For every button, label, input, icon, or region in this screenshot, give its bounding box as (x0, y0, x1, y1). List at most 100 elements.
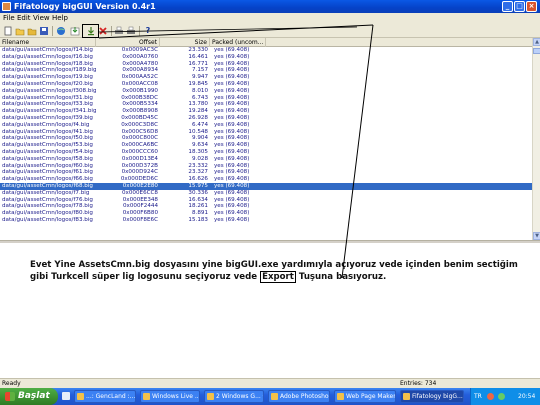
table-row[interactable]: data/gui/assetCmn/logos/f16.big 0x000A076… (0, 54, 532, 61)
task-app-icon (337, 393, 344, 400)
cell-packed: yes (69.408) (214, 114, 250, 121)
menu-edit[interactable]: Edit (17, 14, 31, 23)
table-row[interactable]: data/gui/assetCmn/logos/f31.big 0x000B38D… (0, 95, 532, 102)
table-row[interactable]: data/gui/assetCmn/logos/f78.big 0x000F244… (0, 203, 532, 210)
menu-help[interactable]: Help (52, 14, 68, 23)
quick-launch-icon[interactable] (62, 392, 70, 400)
table-row[interactable]: data/gui/assetCmn/logos/f60.big 0x000D372… (0, 163, 532, 170)
table-row[interactable]: data/gui/assetCmn/logos/f41.big 0x000C56D… (0, 129, 532, 136)
table-row[interactable]: data/gui/assetCmn/logos/f20.big 0x000ACC0… (0, 81, 532, 88)
window-title: Fifatology bigGUI Version 0.4r1 (14, 2, 156, 11)
taskbar-button[interactable]: Web Page Maker (334, 390, 396, 403)
taskbar-button[interactable]: Windows Live ... (140, 390, 200, 403)
table-row[interactable]: data/gui/assetCmn/logos/f7.big 0x000E6CC8… (0, 190, 532, 197)
scroll-up-icon[interactable]: ▲ (533, 38, 540, 46)
maximize-button[interactable]: □ (514, 1, 525, 12)
cell-size: 9.028 (191, 155, 208, 162)
taskbar-button-label: ...: GencLand :... (86, 393, 136, 400)
taskbar-button[interactable]: ...: GencLand :... (74, 390, 136, 403)
cell-filename: data/gui/assetCmn/logos/f7.big (2, 189, 90, 196)
language-indicator[interactable]: TR (474, 392, 482, 401)
cell-packed: yes (69.408) (214, 196, 250, 203)
menu-view[interactable]: View (33, 14, 50, 23)
tray-icon[interactable] (487, 393, 494, 400)
vertical-scrollbar[interactable]: ▲ ▼ (532, 38, 540, 240)
cell-size: 16.771 (188, 60, 208, 67)
table-row[interactable]: data/gui/assetCmn/logos/f39.big 0x000BD45… (0, 115, 532, 122)
cell-size: 30.336 (188, 189, 208, 196)
globe-icon[interactable] (56, 26, 66, 36)
print-preview-icon[interactable] (126, 26, 136, 36)
column-packed[interactable]: Packed (uncom... (210, 38, 266, 47)
table-row[interactable]: data/gui/assetCmn/logos/f54.big 0x000CCC6… (0, 149, 532, 156)
cell-packed: yes (69.408) (214, 189, 250, 196)
table-row[interactable]: data/gui/assetCmn/logos/f83.big 0x000F8E6… (0, 217, 532, 224)
cell-filename: data/gui/assetCmn/logos/f83.big (2, 216, 93, 223)
task-app-icon (77, 393, 84, 400)
close-button[interactable]: × (526, 1, 537, 12)
menu-bar: File Edit View Help (0, 13, 540, 24)
cell-packed: yes (69.408) (214, 142, 250, 149)
help-icon[interactable]: ? (143, 26, 153, 36)
save-disk-icon[interactable] (39, 26, 49, 36)
tray-network-icon[interactable] (498, 393, 505, 400)
cell-size: 16.626 (188, 176, 208, 183)
column-size[interactable]: Size (160, 38, 210, 47)
table-row[interactable]: data/gui/assetCmn/logos/f189.big 0x000A89… (0, 67, 532, 74)
taskbar-button-label: Fifatology bigG... (412, 393, 463, 400)
cell-size: 19.284 (188, 108, 208, 115)
table-row[interactable]: data/gui/assetCmn/logos/f308.big 0x000B19… (0, 88, 532, 95)
caption-text-after: Tuşuna basıyoruz. (295, 272, 387, 282)
table-row[interactable]: data/gui/assetCmn/logos/f61.big 0x000D924… (0, 169, 532, 176)
print-icon[interactable] (114, 26, 124, 36)
table-row[interactable]: data/gui/assetCmn/logos/f33.big 0x000B533… (0, 101, 532, 108)
cell-offset: 0x000A8934 (122, 67, 158, 74)
cell-packed: yes (69.408) (214, 53, 250, 60)
cell-packed: yes (69.408) (214, 74, 250, 81)
minimize-button[interactable]: _ (502, 1, 513, 12)
scroll-down-icon[interactable]: ▼ (533, 232, 540, 240)
cell-packed: yes (69.408) (214, 182, 250, 189)
table-row[interactable]: data/gui/assetCmn/logos/f80.big 0x000F6B8… (0, 210, 532, 217)
taskbar-button[interactable]: 2 Windows G... ▾ (204, 390, 264, 403)
cell-offset: 0x000ACC08 (121, 80, 158, 87)
cell-filename: data/gui/assetCmn/logos/f39.big (2, 114, 93, 121)
cell-filename: data/gui/assetCmn/logos/f68.big (2, 182, 93, 189)
cell-filename: data/gui/assetCmn/logos/f19.big (2, 74, 93, 81)
table-row[interactable]: data/gui/assetCmn/logos/f19.big 0x000AA52… (0, 74, 532, 81)
cell-filename: data/gui/assetCmn/logos/f41.big (2, 128, 93, 135)
table-row[interactable]: data/gui/assetCmn/logos/f58.big 0x000D13E… (0, 156, 532, 163)
file-list[interactable]: Filename Offset Size Packed (uncom... da… (0, 38, 540, 240)
table-row[interactable]: data/gui/assetCmn/logos/f53.big 0x000CA6B… (0, 142, 532, 149)
import-icon[interactable] (70, 26, 80, 36)
column-filename[interactable]: Filename (0, 38, 96, 47)
table-row[interactable]: data/gui/assetCmn/logos/f4.big 0x000C3D8C… (0, 122, 532, 129)
open-folder-alt-icon[interactable] (27, 26, 37, 36)
taskbar-button[interactable]: Fifatology bigG... (400, 390, 464, 403)
delete-icon[interactable] (98, 26, 108, 36)
cell-offset: 0x0009AC3C (121, 47, 158, 53)
open-folder-icon[interactable] (15, 26, 25, 36)
cell-packed: yes (69.408) (214, 87, 250, 94)
table-row[interactable]: data/gui/assetCmn/logos/f76.big 0x000EE34… (0, 197, 532, 204)
taskbar-button-label: Adobe Photoshop (280, 393, 330, 400)
table-row[interactable]: data/gui/assetCmn/logos/f14.big 0x0009AC3… (0, 47, 532, 54)
cell-filename: data/gui/assetCmn/logos/f14.big (2, 47, 93, 53)
table-row[interactable]: data/gui/assetCmn/logos/f50.big 0x000C800… (0, 135, 532, 142)
cell-offset: 0x000F6B80 (122, 210, 158, 217)
table-row[interactable]: data/gui/assetCmn/logos/f18.big 0x000A478… (0, 61, 532, 68)
export-highlight-box (82, 24, 99, 38)
scroll-thumb[interactable] (533, 48, 540, 54)
start-button[interactable]: Başlat (0, 388, 58, 405)
taskbar-button[interactable]: Adobe Photoshop (268, 390, 330, 403)
menu-file[interactable]: File (3, 14, 15, 23)
clock[interactable]: 20:54 (518, 392, 535, 401)
table-row[interactable]: data/gui/assetCmn/logos/f341.big 0x000B89… (0, 108, 532, 115)
cell-filename: data/gui/assetCmn/logos/f189.big (2, 67, 96, 74)
cell-offset: 0x000EE348 (122, 196, 158, 203)
cell-offset: 0x000B38DC (121, 94, 158, 101)
table-row[interactable]: data/gui/assetCmn/logos/f66.big 0x000DED6… (0, 176, 532, 183)
column-offset[interactable]: Offset (96, 38, 160, 47)
table-row[interactable]: data/gui/assetCmn/logos/f68.big 0x000E2E8… (0, 182, 532, 190)
new-file-icon[interactable] (3, 26, 13, 36)
